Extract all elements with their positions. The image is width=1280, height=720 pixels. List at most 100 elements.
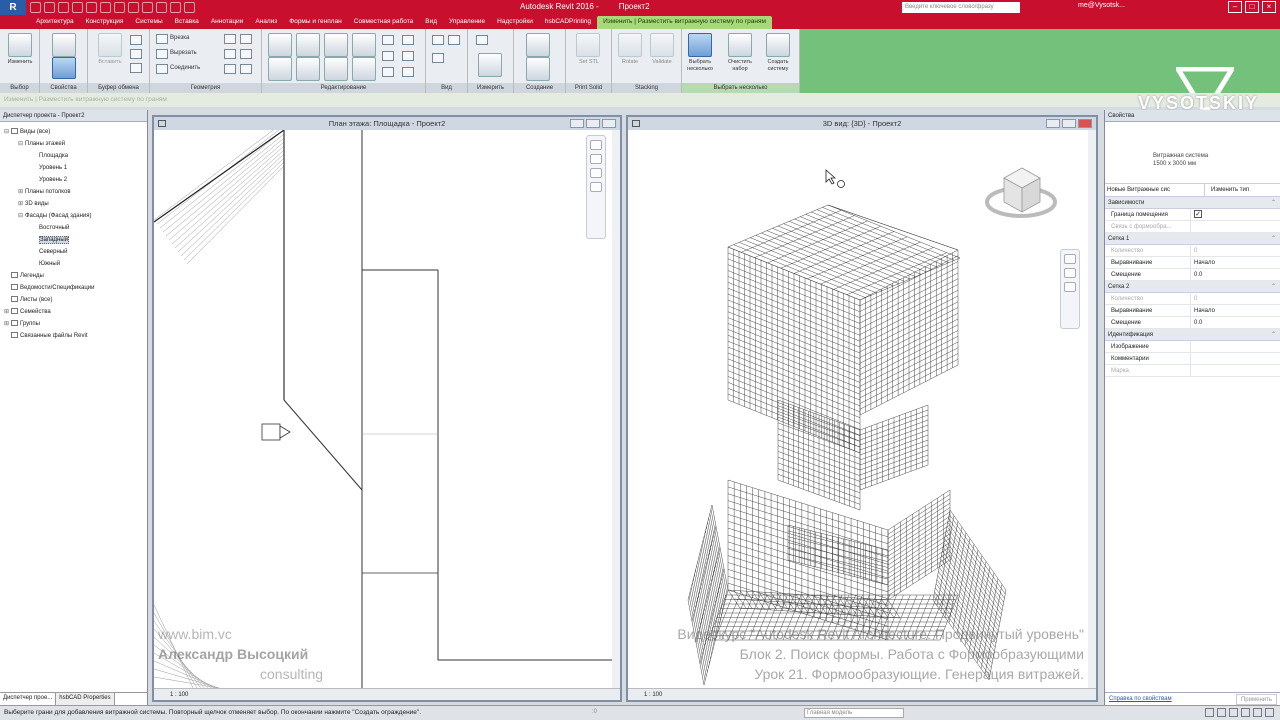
ribbon-tab[interactable]: Архитектура — [30, 16, 80, 29]
create-system-icon[interactable] — [766, 33, 790, 57]
filter-icon[interactable] — [1265, 708, 1274, 717]
property-value[interactable]: 0.0 — [1191, 317, 1280, 328]
hide-icon[interactable] — [432, 35, 444, 45]
view-minimize-button[interactable] — [1046, 119, 1060, 128]
tree-node[interactable]: Ведомости/Спецификации — [2, 282, 145, 294]
mirror-axis-icon[interactable] — [324, 33, 348, 57]
ribbon-tab[interactable]: Анализ — [249, 16, 283, 29]
ribbon-tab[interactable]: Надстройки — [491, 16, 539, 29]
linework-icon[interactable] — [432, 53, 444, 63]
steering-wheel-icon[interactable] — [590, 140, 602, 150]
plan-vertical-scrollbar[interactable] — [612, 130, 620, 688]
curtain-grid-face[interactable] — [687, 504, 729, 686]
plan-view-window[interactable]: План этажа: Площадка - Проект2 1 : 100 — [152, 115, 622, 702]
tree-node[interactable]: ⊟ Фасады (Фасад здания) — [2, 210, 145, 222]
zoom-icon[interactable] — [1064, 268, 1076, 278]
instance-filter-dropdown[interactable]: Новые Витражные сис — [1105, 183, 1205, 197]
curtain-grid-face[interactable] — [887, 489, 951, 601]
modify-arrow-icon[interactable] — [8, 33, 32, 57]
select-pinned-icon[interactable] — [1229, 708, 1238, 717]
tree-toggle-icon[interactable]: ⊞ — [18, 198, 25, 210]
align-icon[interactable] — [268, 33, 292, 57]
search-input[interactable]: Введите ключевое слово/фразу — [902, 2, 1020, 13]
measure-icon[interactable] — [100, 2, 111, 13]
property-value[interactable] — [1191, 341, 1280, 352]
ribbon-tab[interactable]: Формы и генплан — [283, 16, 348, 29]
wall-joins-icon[interactable] — [224, 34, 236, 44]
3d-scale[interactable]: 1 : 100 — [644, 692, 662, 698]
property-value[interactable]: ✓ — [1191, 209, 1280, 220]
curtain-grid-face[interactable] — [859, 404, 929, 491]
paste-icon[interactable] — [98, 33, 122, 57]
tree-toggle-icon[interactable]: ⊞ — [18, 186, 25, 198]
tree-node[interactable]: Южный — [2, 258, 145, 270]
property-group-header[interactable]: Сетка 2 — [1105, 281, 1280, 293]
split-face-icon[interactable] — [240, 34, 252, 44]
select-multiple-icon[interactable] — [688, 33, 712, 57]
cut-icon[interactable] — [130, 35, 142, 45]
property-value[interactable]: Начало — [1191, 257, 1280, 268]
remove-paint-icon[interactable] — [240, 49, 252, 59]
property-group-header[interactable]: Идентификация — [1105, 329, 1280, 341]
tree-node[interactable]: ⊟ Виды (все) — [2, 126, 145, 138]
cope-icon[interactable] — [156, 34, 168, 44]
drag-elements-icon[interactable] — [1253, 708, 1262, 717]
offset-icon[interactable] — [296, 33, 320, 57]
ribbon-tab[interactable]: Аннотации — [205, 16, 250, 29]
maximize-button[interactable]: □ — [1245, 1, 1259, 13]
ribbon-tab[interactable]: Управление — [443, 16, 491, 29]
print-icon[interactable] — [86, 2, 97, 13]
text-icon[interactable] — [128, 2, 139, 13]
ribbon-tab[interactable]: Изменить | Разместить витражную систему … — [597, 16, 772, 29]
copy-icon[interactable] — [130, 49, 142, 59]
tree-node[interactable]: Легенды — [2, 270, 145, 282]
demolish-icon[interactable] — [224, 64, 236, 74]
tree-node[interactable]: ⊞ Планы потолков — [2, 186, 145, 198]
tab-hsbcad-properties[interactable]: hsbCAD Properties — [56, 693, 115, 705]
join-icon[interactable] — [156, 64, 168, 74]
tree-node[interactable]: Площадка — [2, 150, 145, 162]
tree-node[interactable]: Северный — [2, 246, 145, 258]
tree-node[interactable]: ⊞ 3D виды — [2, 198, 145, 210]
clear-selection-icon[interactable] — [728, 33, 752, 57]
array-icon[interactable] — [402, 35, 414, 45]
select-links-icon[interactable] — [1205, 708, 1214, 717]
property-group-header[interactable]: Зависимости — [1105, 197, 1280, 209]
tree-toggle-icon[interactable]: ⊞ — [4, 318, 11, 330]
tree-node[interactable]: Уровень 1 — [2, 162, 145, 174]
tree-node[interactable]: Связанные файлы Revit — [2, 330, 145, 342]
property-group-header[interactable]: Сетка 1 — [1105, 233, 1280, 245]
move-icon[interactable] — [268, 57, 292, 81]
type-preview[interactable]: Витражная система 1500 x 3000 мм — [1105, 122, 1280, 184]
view-close-button[interactable] — [602, 119, 616, 128]
tree-toggle-icon[interactable]: ⊞ — [4, 306, 11, 318]
unjoin-icon[interactable] — [240, 64, 252, 74]
3d-view-icon[interactable] — [142, 2, 153, 13]
curtain-grid-face[interactable] — [727, 479, 889, 641]
thin-lines-icon[interactable] — [170, 2, 181, 13]
redo-icon[interactable] — [72, 2, 83, 13]
curtain-grid-face[interactable] — [727, 246, 861, 454]
view-minimize-button[interactable] — [570, 119, 584, 128]
dimension-icon[interactable] — [114, 2, 125, 13]
measure-between-icon[interactable] — [476, 35, 488, 45]
section-icon[interactable] — [156, 2, 167, 13]
apply-button[interactable]: Применить — [1235, 694, 1277, 705]
tree-toggle-icon[interactable]: ⊟ — [4, 126, 11, 138]
ribbon-tab[interactable]: Вставка — [169, 16, 205, 29]
select-underlay-icon[interactable] — [1217, 708, 1226, 717]
create-group-icon[interactable] — [526, 57, 550, 81]
tree-node[interactable]: ⊟ Планы этажей — [2, 138, 145, 150]
close-windows-icon[interactable] — [184, 2, 195, 13]
select-by-face-icon[interactable] — [1241, 708, 1250, 717]
minimize-button[interactable]: – — [1228, 1, 1242, 13]
create-assembly-icon[interactable] — [526, 33, 550, 57]
validate-icon[interactable] — [650, 33, 674, 57]
3d-model-drawing[interactable] — [628, 130, 1096, 690]
open-icon[interactable] — [30, 2, 41, 13]
type-properties-icon[interactable] — [52, 33, 76, 57]
ribbon-tab[interactable]: Конструкция — [80, 16, 130, 29]
zoom-icon[interactable] — [590, 154, 602, 164]
tree-toggle-icon[interactable]: ⊟ — [18, 138, 25, 150]
set-stl-icon[interactable] — [576, 33, 600, 57]
